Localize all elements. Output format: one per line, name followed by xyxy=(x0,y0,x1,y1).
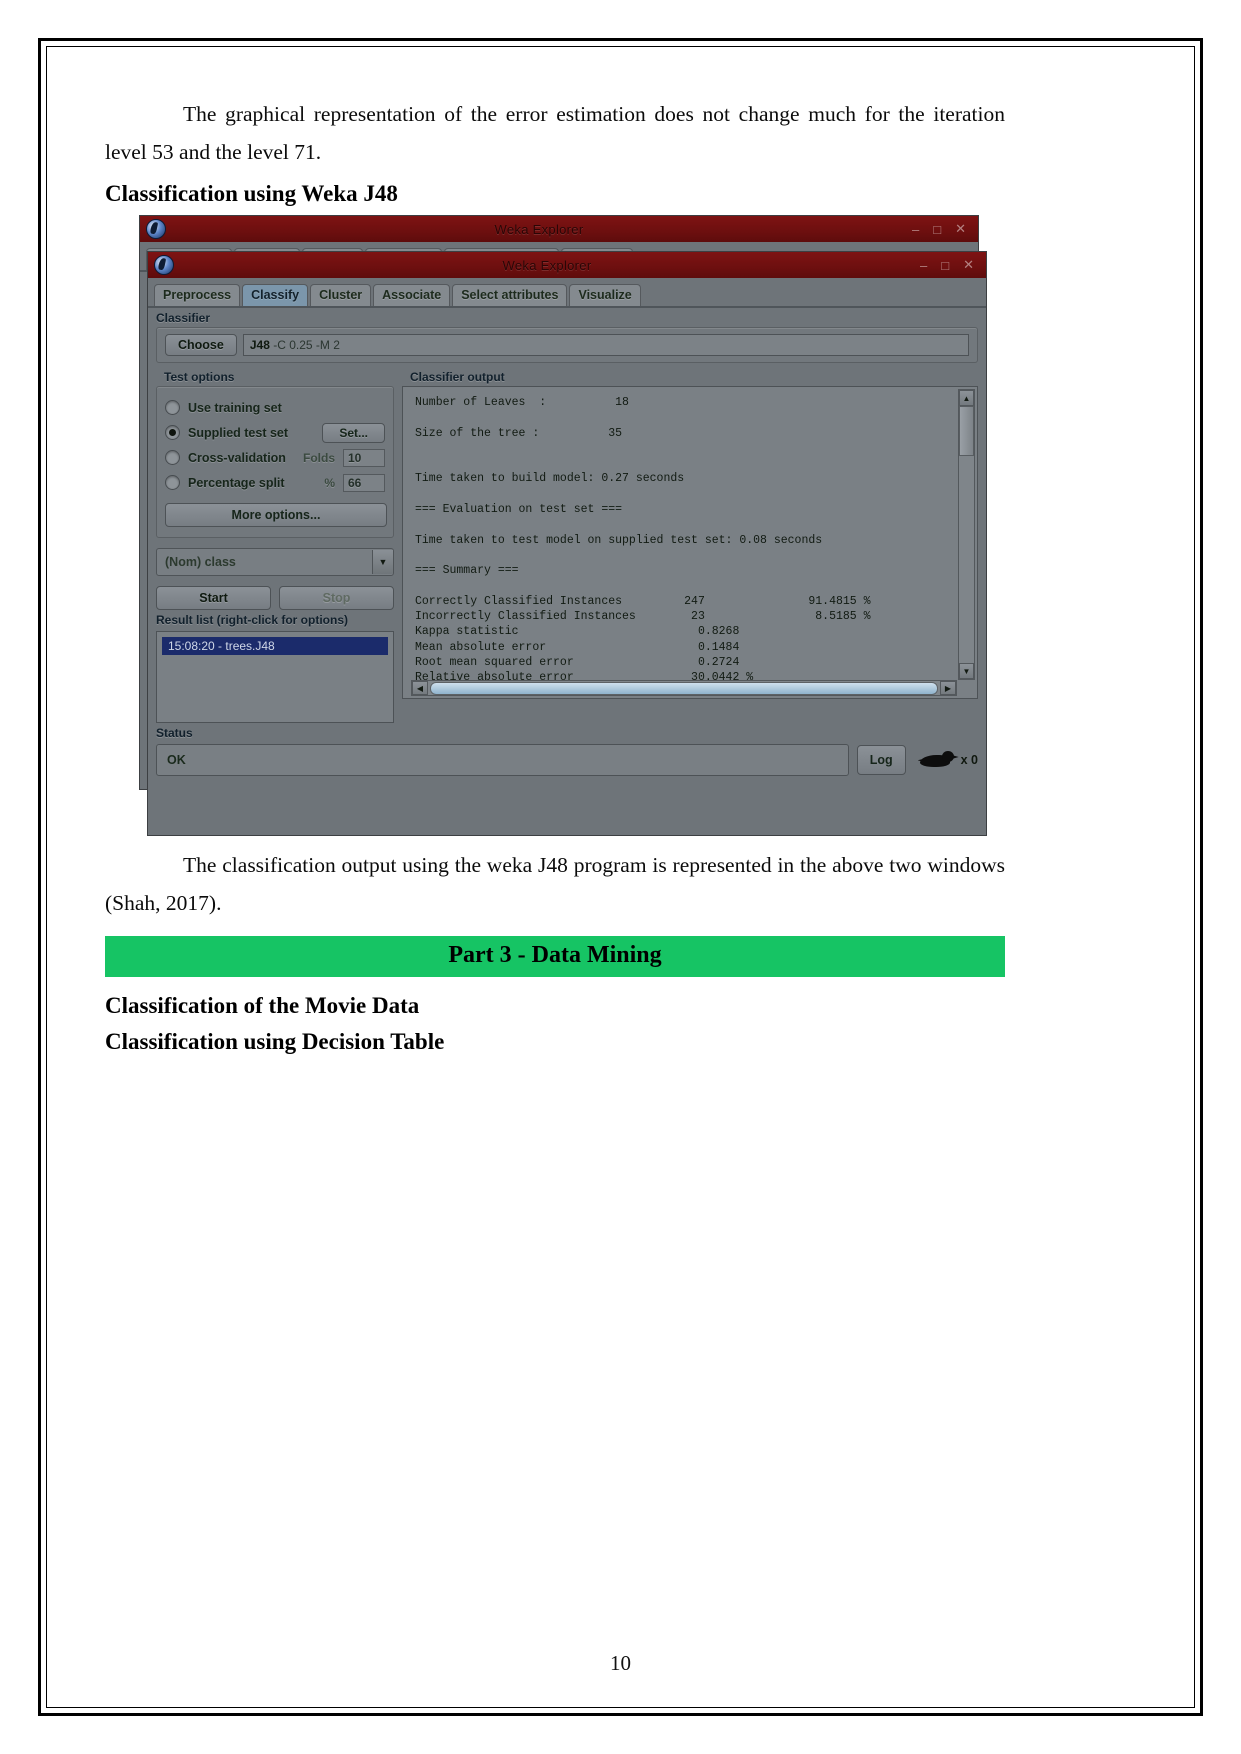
radio-cross-validation[interactable] xyxy=(165,450,180,465)
more-options-button[interactable]: More options... xyxy=(165,503,387,527)
titlebar-front: Weka Explorer – □ ✕ xyxy=(148,252,986,278)
window-title-back: Weka Explorer xyxy=(494,221,584,237)
status-field: OK xyxy=(156,744,849,776)
heading-classification-movie-data: Classification of the Movie Data xyxy=(105,993,420,1018)
tab-classify[interactable]: Classify xyxy=(242,284,309,306)
tab-cluster[interactable]: Cluster xyxy=(310,284,372,306)
tab-select-attributes[interactable]: Select attributes xyxy=(452,284,568,306)
stop-button[interactable]: Stop xyxy=(279,586,394,610)
main-area: Test options Use training set Supplied t… xyxy=(148,363,986,723)
class-attribute-value: (Nom) class xyxy=(165,555,236,569)
tabs-front[interactable]: Preprocess Classify Cluster Associate Se… xyxy=(148,278,986,308)
folds-input[interactable]: 10 xyxy=(343,448,385,467)
option-cross-validation[interactable]: Cross-validation Folds 10 xyxy=(165,445,385,470)
tab-associate[interactable]: Associate xyxy=(373,284,451,306)
window-controls-front[interactable]: – □ ✕ xyxy=(920,257,986,273)
scheme-name: J48 xyxy=(249,338,270,352)
heading-classification-decision-table: Classification using Decision Table xyxy=(105,1029,445,1054)
weka-explorer-screenshot: Weka Explorer – □ ✕ Preprocess Classify … xyxy=(139,215,1005,840)
test-options-label: Test options xyxy=(164,370,235,384)
option-use-training-set[interactable]: Use training set xyxy=(165,395,385,420)
left-column: Test options Use training set Supplied t… xyxy=(156,367,394,723)
maximize-icon[interactable]: □ xyxy=(933,222,941,237)
radio-supplied-test-set[interactable] xyxy=(165,425,180,440)
test-options-panel: Use training set Supplied test set Set..… xyxy=(156,386,394,538)
radio-use-training-set[interactable] xyxy=(165,400,180,415)
start-stop-row: Start Stop xyxy=(156,586,394,610)
heading-classification-weka-j48: Classification using Weka J48 xyxy=(105,181,398,206)
weka-logo-icon-front xyxy=(154,255,174,275)
scroll-down-icon[interactable]: ▼ xyxy=(959,663,974,679)
option-percentage-split[interactable]: Percentage split % 66 xyxy=(165,470,385,495)
class-attribute-selector[interactable]: (Nom) class ▼ xyxy=(156,548,394,576)
page-content: The graphical representation of the erro… xyxy=(105,95,1005,1063)
right-column: Classifier output Number of Leaves : 18 … xyxy=(402,367,978,723)
status-area-front: OK Log x 0 xyxy=(148,742,986,784)
label-folds: Folds xyxy=(303,450,335,465)
result-list-label: Result list (right-click for options) xyxy=(156,613,349,627)
tabs-filler xyxy=(643,299,980,306)
close-icon[interactable]: ✕ xyxy=(955,221,966,237)
option-supplied-test-set[interactable]: Supplied test set Set... xyxy=(165,420,385,445)
scroll-right-icon[interactable]: ▶ xyxy=(940,681,956,695)
page-number: 10 xyxy=(610,1651,631,1675)
bird-count: x 0 xyxy=(960,753,978,767)
result-list[interactable]: 15:08:20 - trees.J48 xyxy=(156,631,394,723)
titlebar-back: Weka Explorer – □ ✕ xyxy=(140,216,978,242)
paragraph-intro-text: The graphical representation of the erro… xyxy=(105,102,1005,164)
paragraph-caption: The classification output using the weka… xyxy=(105,846,1005,922)
percent-input[interactable]: 66 xyxy=(343,473,385,492)
scheme-options: -C 0.25 -M 2 xyxy=(273,338,340,352)
classifier-output-label: Classifier output xyxy=(410,370,505,384)
classifier-group-label: Classifier xyxy=(156,311,211,325)
scroll-left-icon[interactable]: ◀ xyxy=(412,681,428,695)
section-banner-part3: Part 3 - Data Mining xyxy=(105,936,1005,977)
radio-percentage-split[interactable] xyxy=(165,475,180,490)
scroll-up-icon[interactable]: ▲ xyxy=(959,390,974,406)
start-button[interactable]: Start xyxy=(156,586,271,610)
weka-logo-icon xyxy=(146,219,166,239)
label-cross-validation: Cross-validation xyxy=(188,450,286,465)
label-percent: % xyxy=(324,475,335,490)
window-title-front: Weka Explorer xyxy=(502,257,592,273)
close-icon-front[interactable]: ✕ xyxy=(963,257,974,273)
weka-window-front: Weka Explorer – □ ✕ Preprocess Classify … xyxy=(147,251,987,836)
window-controls-back[interactable]: – □ ✕ xyxy=(912,221,978,237)
status-group-label: Status xyxy=(156,726,193,740)
minimize-icon[interactable]: – xyxy=(912,222,919,237)
result-list-item[interactable]: 15:08:20 - trees.J48 xyxy=(162,637,388,655)
label-use-training-set: Use training set xyxy=(188,400,282,415)
document-page: The graphical representation of the erro… xyxy=(0,0,1241,1754)
set-button[interactable]: Set... xyxy=(322,422,385,443)
log-button[interactable]: Log xyxy=(856,745,906,775)
classifier-scheme-field[interactable]: J48 -C 0.25 -M 2 xyxy=(242,334,969,356)
horizontal-scroll-thumb[interactable] xyxy=(430,681,938,695)
classifier-panel: Choose J48 -C 0.25 -M 2 xyxy=(156,327,978,363)
vertical-scroll-thumb[interactable] xyxy=(959,406,974,456)
chevron-down-icon[interactable]: ▼ xyxy=(372,550,393,574)
label-percentage-split: Percentage split xyxy=(188,475,285,490)
weka-bird: x 0 xyxy=(914,750,978,770)
classifier-output-panel: Number of Leaves : 18 Size of the tree :… xyxy=(402,386,978,699)
choose-button[interactable]: Choose xyxy=(165,334,237,356)
tab-visualize[interactable]: Visualize xyxy=(569,284,641,306)
tab-preprocess[interactable]: Preprocess xyxy=(154,284,241,306)
paragraph-caption-text: The classification output using the weka… xyxy=(105,853,1005,915)
classifier-output-text: Number of Leaves : 18 Size of the tree :… xyxy=(415,396,871,685)
paragraph-intro: The graphical representation of the erro… xyxy=(105,95,1005,171)
minimize-icon-front[interactable]: – xyxy=(920,258,927,273)
maximize-icon-front[interactable]: □ xyxy=(941,258,949,273)
label-supplied-test-set: Supplied test set xyxy=(188,425,289,440)
weka-bird-icon xyxy=(917,750,959,770)
output-horizontal-scrollbar[interactable]: ◀ ▶ xyxy=(411,680,957,696)
output-vertical-scrollbar[interactable]: ▲ ▼ xyxy=(958,389,975,680)
